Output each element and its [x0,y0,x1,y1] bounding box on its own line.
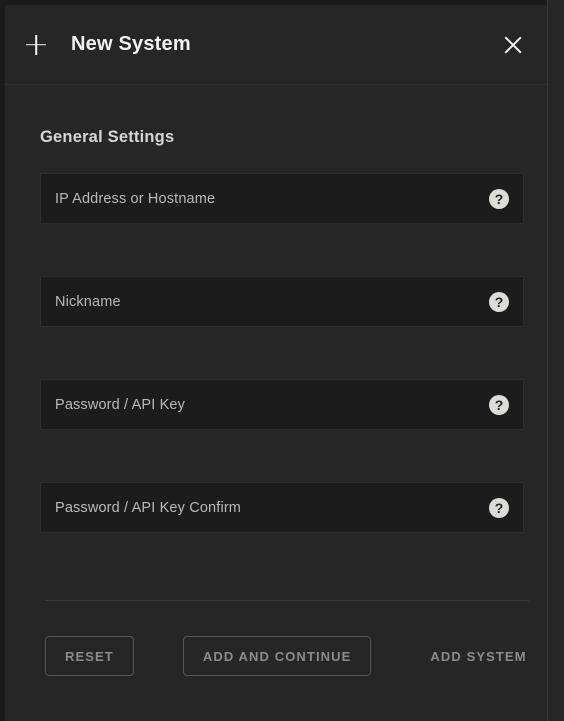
right-gutter [548,0,564,721]
page-title: New System [71,33,191,55]
password-api-key-confirm-input[interactable] [55,499,479,516]
plus-icon[interactable] [23,32,49,58]
help-icon-password-api-key-confirm[interactable]: ? [489,497,509,518]
app-root: New System General Settings ? ? ? [0,0,564,721]
close-icon[interactable] [501,33,525,57]
add-system-button[interactable]: ADD SYSTEM [413,636,543,676]
section-title-general-settings: General Settings [40,128,175,146]
field-ip-address-or-hostname[interactable]: ? [40,173,524,224]
password-api-key-input[interactable] [55,396,479,413]
dialog-footer: RESET ADD AND CONTINUE ADD SYSTEM [5,600,547,721]
footer-divider [45,600,529,601]
ip-address-or-hostname-input[interactable] [55,190,479,207]
new-system-dialog: New System General Settings ? ? ? [5,5,547,721]
reset-button[interactable]: RESET [45,636,134,676]
footer-actions: RESET ADD AND CONTINUE ADD SYSTEM [45,636,529,676]
help-icon-nickname[interactable]: ? [489,291,509,312]
field-password-api-key-confirm[interactable]: ? [40,482,524,533]
general-settings-form: ? ? ? ? [23,173,529,533]
dialog-header: New System [5,5,547,85]
right-gutter-divider [547,0,548,721]
add-and-continue-button[interactable]: ADD AND CONTINUE [182,636,372,676]
field-password-api-key[interactable]: ? [40,379,524,430]
nickname-input[interactable] [55,293,479,310]
field-nickname[interactable]: ? [40,276,524,327]
help-icon-ip-address-or-hostname[interactable]: ? [489,188,509,209]
help-icon-password-api-key[interactable]: ? [489,394,509,415]
dialog-body: General Settings ? ? ? ? [5,85,547,600]
